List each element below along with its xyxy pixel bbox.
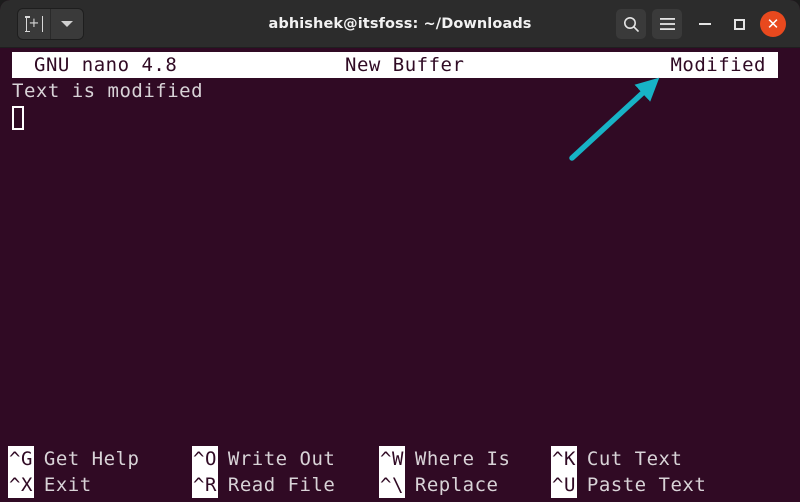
maximize-icon (733, 18, 745, 30)
search-icon (623, 16, 639, 32)
shortcut-replace[interactable]: ^\ Replace (379, 472, 498, 498)
titlebar-right-buttons: ✕ (616, 9, 786, 39)
nano-modified-status: Modified (670, 54, 766, 76)
shortcut-label: Replace (414, 474, 499, 496)
shortcut-row-1: ^G Get Help ^O Write Out ^W Where Is ^K … (0, 446, 778, 472)
shortcut-key: ^U (551, 472, 577, 498)
nano-title-bar: GNU nano 4.8 New Buffer Modified (12, 52, 778, 78)
close-button[interactable]: ✕ (760, 11, 786, 37)
close-icon: ✕ (766, 14, 780, 33)
shortcut-label: Get Help (43, 448, 140, 470)
hamburger-menu-icon (659, 18, 675, 30)
text-cursor (12, 106, 24, 130)
shortcut-exit[interactable]: ^X Exit (8, 472, 92, 498)
shortcut-read-file[interactable]: ^R Read File (192, 472, 335, 498)
nano-buffer-name: New Buffer (345, 54, 465, 76)
terminal-window: + abhishek@itsfoss: ~/Downloads ✕ GNU na… (0, 0, 800, 502)
nano-shortcut-bar: ^G Get Help ^O Write Out ^W Where Is ^K … (0, 446, 778, 502)
shortcut-row-2: ^X Exit ^R Read File ^\ Replace ^U Paste… (0, 472, 778, 498)
search-button[interactable] (616, 9, 646, 39)
shortcut-key: ^G (8, 446, 34, 472)
shortcut-get-help[interactable]: ^G Get Help (8, 446, 139, 472)
nano-version: GNU nano 4.8 (34, 54, 178, 76)
shortcut-cut-text[interactable]: ^K Cut Text (551, 446, 682, 472)
shortcut-paste-text[interactable]: ^U Paste Text (551, 472, 706, 498)
shortcut-key: ^O (192, 446, 218, 472)
shortcut-key: ^R (192, 472, 218, 498)
shortcut-write-out[interactable]: ^O Write Out (192, 446, 335, 472)
shortcut-key: ^X (8, 472, 34, 498)
shortcut-label: Read File (227, 474, 336, 496)
shortcut-label: Cut Text (586, 448, 683, 470)
editor-line-1: Text is modified (12, 80, 204, 102)
shortcut-label: Write Out (227, 448, 336, 470)
terminal-content[interactable]: GNU nano 4.8 New Buffer Modified Text is… (0, 48, 800, 502)
shortcut-key: ^W (379, 446, 405, 472)
maximize-button[interactable] (722, 9, 756, 39)
shortcut-label: Where Is (414, 448, 511, 470)
shortcut-key: ^K (551, 446, 577, 472)
minimize-button[interactable] (688, 9, 722, 39)
window-titlebar: + abhishek@itsfoss: ~/Downloads ✕ (0, 0, 800, 48)
shortcut-key: ^\ (379, 472, 405, 498)
menu-button[interactable] (652, 9, 682, 39)
shortcut-where-is[interactable]: ^W Where Is (379, 446, 510, 472)
minimize-icon (699, 23, 711, 25)
shortcut-label: Paste Text (586, 474, 707, 496)
shortcut-label: Exit (43, 474, 92, 496)
